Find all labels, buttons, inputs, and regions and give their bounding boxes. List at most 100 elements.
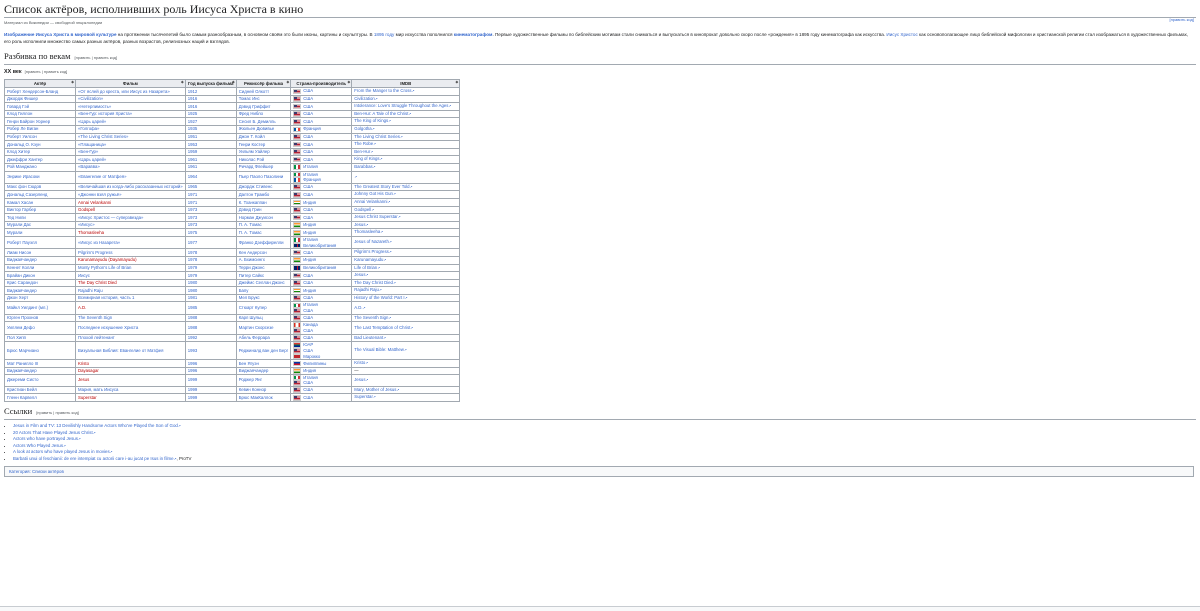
imdb-link[interactable]: Kristo [354,360,365,365]
intro-link[interactable]: 1895 году [374,32,395,37]
film-link[interactable]: Kristo [78,361,89,366]
year-link[interactable]: 1951 [188,134,198,139]
imdb-link[interactable]: Thomasleeha [354,229,380,234]
imdb-link[interactable]: Jesus [354,222,365,227]
actor-link[interactable]: Джереми Систо [7,377,38,382]
director-link[interactable]: Карл Шульц [239,315,263,320]
actor-link[interactable]: Лиам Нисон [7,250,31,255]
country-link[interactable]: Марокко [303,354,320,359]
country-link[interactable]: Индия [303,200,316,205]
actor-link[interactable]: Майкл Уилдинг (мл.) [7,305,48,310]
reference-link[interactable]: 20 Actors That Have Played Jesus Christ [13,430,93,435]
country-link[interactable]: США [303,348,313,353]
actor-link[interactable]: Виджаячандер [7,257,37,262]
country-link[interactable]: Франция [303,126,321,131]
director-link[interactable]: Абель Феррара [239,335,270,340]
sort-icon[interactable]: ◆ [347,80,350,86]
country-link[interactable]: США [303,215,313,220]
actor-link[interactable]: Гленн Карвелл [7,395,37,400]
actor-link[interactable]: Роберт Пауэлл [7,240,37,245]
film-link[interactable]: «Величайшая из когда-либо рассказанных и… [78,184,183,189]
film-link[interactable]: Плохой лейтенант [78,335,115,340]
year-link[interactable]: 1973 [188,207,198,212]
country-link[interactable]: США [303,273,313,278]
imdb-link[interactable]: The Living Christ Series [354,134,400,139]
director-link[interactable]: Далтон Трамбо [239,192,270,197]
film-link[interactable]: Последнее искушение Христа [78,325,138,330]
actor-link[interactable]: Кеннет Колли [7,265,34,270]
country-link[interactable]: Филиппины [303,361,326,366]
country-link[interactable]: США [303,111,313,116]
imdb-link[interactable]: Ben-Hur [354,149,370,154]
director-link[interactable]: Джеймс Селлан Джонс [239,280,285,285]
director-link[interactable]: Джордж Стивенс [239,184,273,189]
country-link[interactable]: США [303,184,313,189]
director-link[interactable]: П. А. Томас [239,222,262,227]
director-link[interactable]: Норман Джуисон [239,215,273,220]
actor-link[interactable]: Брюс Марчиано [7,348,39,353]
country-link[interactable]: США [303,157,313,162]
film-link[interactable]: «Иисус» [78,222,95,227]
actor-link[interactable]: Пол Хипп [7,335,26,340]
film-link[interactable]: Иисус [78,273,90,278]
year-link[interactable]: 1959 [188,149,198,154]
year-link[interactable]: 1971 [188,200,198,205]
year-link[interactable]: 1978 [188,250,198,255]
imdb-link[interactable]: Pilgrim's Progress [354,249,389,254]
section-edit-link[interactable]: [править | править код] [74,55,117,60]
country-link[interactable]: США [303,134,313,139]
intro-link[interactable]: кинематографом [454,32,493,37]
year-link[interactable]: 1916 [188,96,198,101]
actor-link[interactable]: Генри Байрон Уорнер [7,119,50,124]
film-link[interactable]: Мария, мать Иисуса [78,387,118,392]
country-link[interactable]: США [303,380,313,385]
country-link[interactable]: США [303,335,313,340]
director-link[interactable]: Бен Ягуэн [239,361,259,366]
sort-icon[interactable]: ◆ [455,80,458,86]
actor-link[interactable]: Джон Херт [7,295,28,300]
film-link[interactable]: The Seventh Sign [78,315,112,320]
edit-code-link[interactable]: [править код] [1170,17,1195,22]
actor-link[interactable]: Клод Хитер [7,149,30,154]
year-link[interactable]: 1996 [188,361,198,366]
actor-link[interactable]: Дональд Сазерленд [7,192,47,197]
actor-link[interactable]: Кристиан Бейл [7,387,37,392]
director-link[interactable]: Бапу [239,288,249,293]
director-link[interactable]: Виджаячандер [239,368,269,373]
director-link[interactable]: А. Бхимсингх [239,257,265,262]
director-link[interactable]: Кевин Коннор [239,387,267,392]
country-link[interactable]: США [303,387,313,392]
country-link[interactable]: США [303,192,313,197]
reference-link[interactable]: Actors Who Played Jesus [13,443,63,448]
actor-link[interactable]: Дональд О. Кэун [7,142,41,147]
country-link[interactable]: США [303,250,313,255]
country-link[interactable]: Франция [303,177,321,182]
year-link[interactable]: 1964 [188,174,198,179]
country-link[interactable]: США [303,395,313,400]
country-link[interactable]: ЮАР [303,342,313,347]
country-link[interactable]: Канада [303,322,318,327]
director-link[interactable]: Пьер Паоло Пазолини [239,174,284,179]
country-link[interactable]: США [303,295,313,300]
year-link[interactable]: 1980 [188,288,198,293]
country-link[interactable]: Индия [303,288,316,293]
year-link[interactable]: 1981 [188,295,198,300]
film-link[interactable]: «Бен-Гур» [78,149,98,154]
column-header[interactable]: Актёр ◆ [4,79,76,88]
year-link[interactable]: 1979 [188,265,198,270]
director-link[interactable]: Сесил Б. Демилль [239,119,276,124]
imdb-link[interactable]: Barabbas [354,164,372,169]
imdb-link[interactable]: The Day Christ Died [354,280,393,285]
country-link[interactable]: Италия [303,375,318,380]
film-link[interactable]: «Царь царей» [78,119,106,124]
actor-link[interactable]: Мурали Дас [7,222,31,227]
film-link[interactable]: «Иисус из Назарета» [78,240,120,245]
country-link[interactable]: США [303,328,313,333]
film-link[interactable]: Godspell [78,207,95,212]
column-header[interactable]: Год выпуска фильма ◆ [184,79,237,88]
country-link[interactable]: США [303,308,313,313]
film-link[interactable]: «Варавва» [78,164,100,169]
year-link[interactable]: 1985 [188,305,198,310]
director-link[interactable]: Фред Нибло [239,111,263,116]
year-link[interactable]: 1996 [188,368,198,373]
